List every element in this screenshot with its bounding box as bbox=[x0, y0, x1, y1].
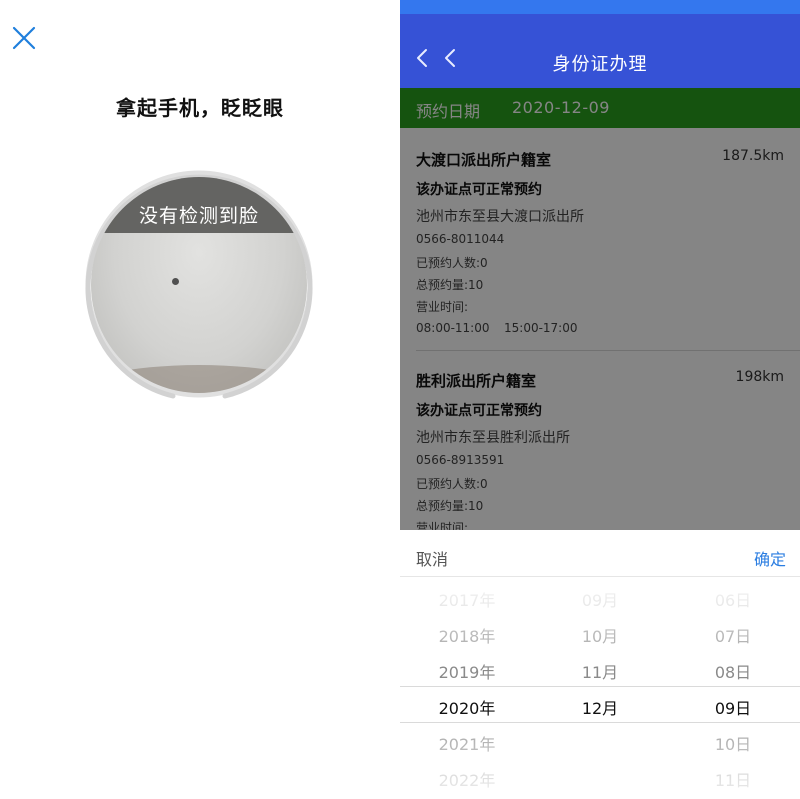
picker-year-option[interactable]: 2021年 bbox=[417, 731, 517, 755]
picker-selection-bottom-line bbox=[400, 722, 800, 723]
picker-month-option[interactable]: 10月 bbox=[550, 623, 650, 647]
appointment-screen: 身份证办理 预约日期 2020-12-09 大渡口派出所户籍室 187.5km … bbox=[400, 0, 800, 799]
picker-confirm-button[interactable]: 确定 bbox=[754, 546, 786, 570]
picker-selection-top-line bbox=[400, 686, 800, 687]
picker-month-selected[interactable]: 12月 bbox=[550, 695, 650, 719]
picker-header-divider bbox=[400, 576, 800, 577]
picker-year-option[interactable]: 2019年 bbox=[417, 659, 517, 683]
camera-message: 没有检测到脸 bbox=[138, 205, 259, 227]
picker-cancel-button[interactable]: 取消 bbox=[416, 546, 448, 570]
picker-month-option[interactable]: 09月 bbox=[550, 587, 650, 611]
picker-day-option[interactable]: 10日 bbox=[683, 731, 783, 755]
close-icon[interactable] bbox=[10, 24, 38, 52]
picker-day-option[interactable]: 06日 bbox=[683, 587, 783, 611]
picker-day-selected[interactable]: 09日 bbox=[683, 695, 783, 719]
picker-day-option[interactable]: 07日 bbox=[683, 623, 783, 647]
picker-year-option[interactable]: 2022年 bbox=[417, 767, 517, 791]
face-scan-panel: 拿起手机，眨眨眼 没有检测到脸 bbox=[0, 0, 400, 799]
picker-year-selected[interactable]: 2020年 bbox=[417, 695, 517, 719]
face-scan-title: 拿起手机，眨眨眼 bbox=[116, 96, 284, 120]
picker-year-option[interactable]: 2017年 bbox=[417, 587, 517, 611]
status-strip bbox=[400, 0, 800, 14]
picker-year-option[interactable]: 2018年 bbox=[417, 623, 517, 647]
camera-preview-spot bbox=[172, 278, 179, 285]
camera-preview: 没有检测到脸 bbox=[91, 177, 307, 393]
modal-overlay[interactable] bbox=[400, 88, 800, 530]
nav-bar: 身份证办理 bbox=[400, 14, 800, 88]
page-title: 身份证办理 bbox=[552, 54, 648, 75]
picker-day-option[interactable]: 08日 bbox=[683, 659, 783, 683]
picker-month-option[interactable]: 11月 bbox=[550, 659, 650, 683]
picker-day-option[interactable]: 11日 bbox=[683, 767, 783, 791]
